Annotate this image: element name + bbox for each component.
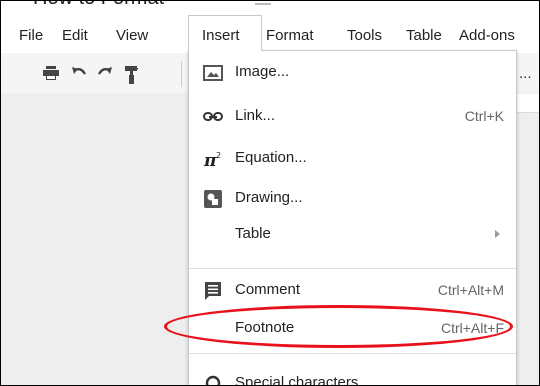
image-icon — [203, 63, 223, 83]
special-characters-icon — [203, 374, 223, 385]
undo-icon[interactable] — [71, 66, 87, 85]
comment-icon — [203, 281, 223, 301]
insert-menu-dropdown: Image... Link... Ctrl+K π2 Equation... D… — [188, 50, 517, 386]
equation-label: Equation... — [235, 149, 307, 166]
menu-separator — [189, 268, 516, 269]
insert-menu-item-special-characters[interactable]: Special characters — [189, 368, 516, 386]
link-icon — [203, 107, 223, 127]
insert-menu-item-link[interactable]: Link... Ctrl+K — [189, 101, 516, 132]
print-icon[interactable] — [43, 66, 59, 85]
menu-insert-label: Insert — [202, 27, 240, 44]
comment-shortcut: Ctrl+Alt+M — [437, 282, 504, 298]
menu-format[interactable]: Format — [266, 27, 314, 44]
menu-edit[interactable]: Edit — [62, 27, 88, 44]
footnote-shortcut: Ctrl+Alt+F — [440, 320, 504, 336]
toolbar-separator — [181, 61, 182, 87]
insert-menu-item-comment[interactable]: Comment Ctrl+Alt+M — [189, 275, 516, 306]
paint-format-icon[interactable] — [124, 66, 138, 89]
menu-tools[interactable]: Tools — [347, 27, 382, 44]
svg-text:2: 2 — [216, 151, 221, 160]
app-window: How to Format File Edit View Format Tool… — [0, 0, 540, 386]
svg-text:π: π — [203, 151, 217, 169]
title-underline — [255, 1, 271, 5]
footnote-label: Footnote — [235, 319, 295, 336]
special-characters-label: Special characters — [235, 374, 359, 386]
equation-icon: π2 — [203, 149, 223, 171]
redo-icon[interactable] — [97, 66, 113, 85]
insert-menu-item-footnote[interactable]: Footnote Ctrl+Alt+F — [189, 313, 516, 344]
drawing-icon — [203, 189, 223, 209]
table-label: Table — [235, 225, 271, 242]
submenu-arrow-icon — [495, 230, 500, 238]
drawing-label: Drawing... — [235, 189, 303, 206]
image-label: Image... — [235, 63, 290, 80]
link-shortcut: Ctrl+K — [464, 108, 504, 124]
insert-menu-item-image[interactable]: Image... — [189, 57, 516, 88]
insert-menu-item-drawing[interactable]: Drawing... — [189, 183, 516, 214]
menu-separator — [189, 353, 516, 354]
menubar: File Edit View Format Tools Table Add-on… — [1, 15, 539, 53]
toolbar-overflow-button[interactable]: ... — [519, 65, 532, 82]
menu-add-ons[interactable]: Add-ons — [459, 27, 515, 44]
comment-label: Comment — [235, 281, 301, 298]
link-label: Link... — [235, 107, 276, 124]
menu-insert[interactable]: Insert — [188, 15, 262, 51]
insert-menu-item-table[interactable]: Table — [189, 219, 516, 250]
document-title[interactable]: How to Format — [33, 1, 164, 10]
menu-file[interactable]: File — [19, 27, 43, 44]
menu-table[interactable]: Table — [406, 27, 442, 44]
menu-view[interactable]: View — [116, 27, 148, 44]
insert-menu-item-equation[interactable]: π2 Equation... — [189, 143, 516, 174]
